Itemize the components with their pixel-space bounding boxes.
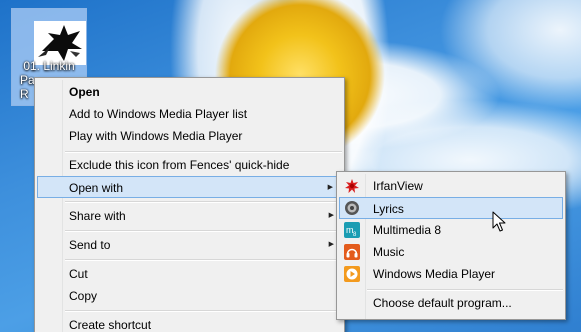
submenu-arrow-icon: ▶: [328, 212, 334, 219]
submenu-item-choose-default-program[interactable]: Choose default program...: [339, 292, 563, 314]
menu-item-label: Open with: [69, 181, 124, 195]
menu-separator: [65, 310, 342, 312]
submenu-item-label: Music: [373, 245, 405, 259]
submenu-item-label: Multimedia 8: [373, 223, 442, 237]
menu-item-label: Open: [69, 85, 100, 99]
submenu-item-label: IrfanView: [373, 179, 423, 193]
open-with-submenu: IrfanView Lyrics m 8 Multimedia 8 Music …: [336, 171, 566, 320]
menu-separator: [65, 230, 342, 232]
menu-item-label: Cut: [69, 267, 88, 281]
menu-separator: [65, 259, 342, 261]
file-name-line3: R: [20, 87, 29, 101]
menu-item-create-shortcut[interactable]: Create shortcut: [37, 314, 342, 332]
submenu-item-windows-media-player[interactable]: Windows Media Player: [339, 263, 563, 285]
menu-item-label: Exclude this icon from Fences' quick-hid…: [69, 158, 290, 172]
submenu-item-lyrics[interactable]: Lyrics: [339, 197, 563, 219]
context-menu: Open Add to Windows Media Player list Pl…: [34, 77, 345, 332]
music-icon: [344, 244, 360, 260]
lyrics-icon: [344, 200, 360, 216]
menu-item-cut[interactable]: Cut: [37, 263, 342, 285]
menu-item-send-to[interactable]: Send to ▶: [37, 234, 342, 256]
menu-item-label: Add to Windows Media Player list: [69, 107, 248, 121]
file-name-line1: 01. Linkin: [23, 59, 75, 73]
submenu-item-irfanview[interactable]: IrfanView: [339, 175, 563, 197]
multimedia-icon: m 8: [344, 222, 360, 238]
submenu-item-music[interactable]: Music: [339, 241, 563, 263]
file-name-label: 01. Linkin: [12, 59, 86, 73]
submenu-item-label: Lyrics: [373, 202, 404, 216]
submenu-arrow-icon: ▶: [328, 241, 334, 248]
menu-item-label: Copy: [69, 289, 98, 303]
wmp-icon: [344, 266, 360, 282]
mouse-pointer-icon: [492, 211, 506, 232]
menu-item-open-with[interactable]: Open with ▶: [37, 176, 342, 198]
menu-separator: [65, 151, 342, 153]
menu-separator: [367, 289, 563, 291]
menu-item-open[interactable]: Open: [37, 81, 342, 103]
menu-item-play-with-wmp[interactable]: Play with Windows Media Player: [37, 125, 342, 147]
menu-item-label: Share with: [69, 209, 126, 223]
irfanview-icon: [344, 178, 360, 194]
menu-separator: [65, 201, 342, 203]
menu-item-label: Create shortcut: [69, 318, 152, 332]
menu-item-add-to-wmp-list[interactable]: Add to Windows Media Player list: [37, 103, 342, 125]
submenu-item-multimedia-8[interactable]: m 8 Multimedia 8: [339, 219, 563, 241]
menu-item-exclude-fences[interactable]: Exclude this icon from Fences' quick-hid…: [37, 154, 342, 176]
submenu-arrow-icon: ▶: [327, 184, 333, 191]
desktop-background: 01. Linkin Pa R Open Add to Windows Medi…: [0, 0, 581, 332]
submenu-item-label: Windows Media Player: [373, 267, 496, 281]
menu-item-share-with[interactable]: Share with ▶: [37, 205, 342, 227]
menu-item-label: Play with Windows Media Player: [69, 129, 243, 143]
file-name-line2: Pa: [20, 73, 35, 87]
menu-item-label: Send to: [69, 238, 111, 252]
submenu-item-label: Choose default program...: [373, 296, 512, 310]
menu-item-copy[interactable]: Copy: [37, 285, 342, 307]
